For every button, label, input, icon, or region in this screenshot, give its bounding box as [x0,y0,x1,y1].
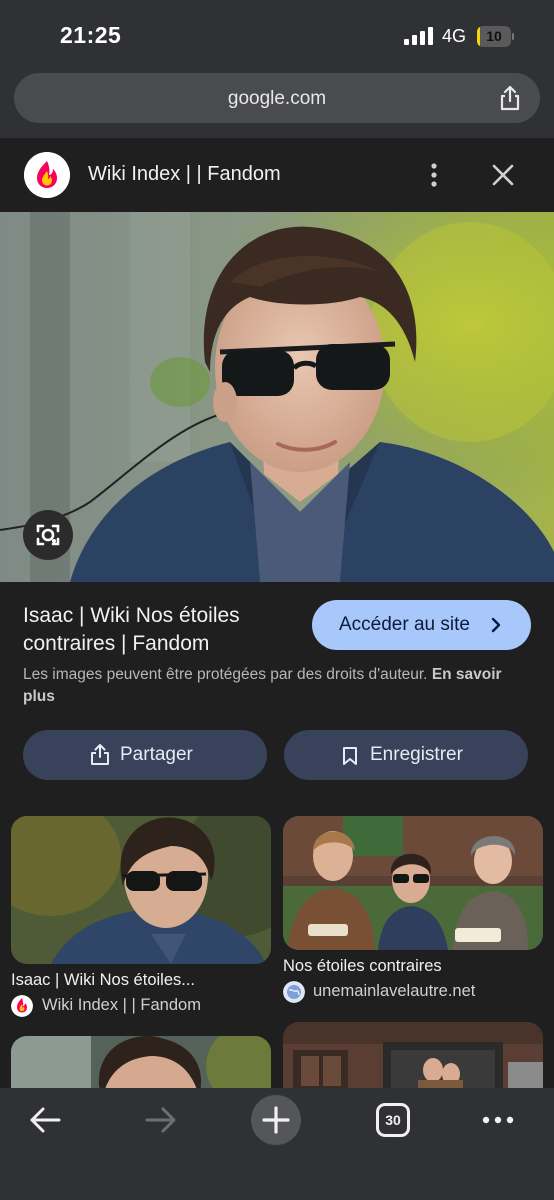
globe-icon [283,981,305,1003]
plus-icon [262,1106,290,1134]
save-button[interactable]: Enregistrer [284,730,528,780]
preview-image[interactable] [0,212,554,582]
chevron-right-icon [491,617,501,633]
related-photo-1 [11,816,271,964]
related-source-2[interactable]: unemainlavelautre.net [313,982,475,1001]
visit-site-button[interactable]: Accéder au site [312,600,531,650]
visit-site-label: Accéder au site [339,614,470,635]
related-image-2[interactable] [283,816,543,950]
address-bar-area: google.com [0,70,554,138]
share-label: Partager [120,744,193,765]
more-horiz-icon[interactable] [481,1110,515,1130]
bottom-toolbar: 30 [0,1088,554,1200]
related-image-1[interactable] [11,816,271,964]
portrait-photo [0,212,554,582]
lens-icon [36,524,60,546]
network-type: 4G [442,26,467,46]
url-text[interactable]: google.com [14,88,540,110]
battery-percent: 10 [486,28,502,44]
save-label: Enregistrer [370,744,463,765]
google-lens-button[interactable] [23,510,73,560]
back-arrow-icon[interactable] [28,1105,62,1135]
share-button[interactable]: Partager [23,730,267,780]
tab-switcher-button[interactable]: 30 [376,1103,410,1137]
forward-arrow-icon[interactable] [144,1105,178,1135]
site-title[interactable]: Wiki Index | | Fandom [88,163,281,186]
copyright-text: Les images peuvent être protégées par de… [23,666,428,683]
tab-count: 30 [385,1112,401,1128]
related-caption-1[interactable]: Isaac | Wiki Nos étoiles... [11,971,195,990]
more-vert-icon[interactable] [420,161,448,189]
fandom-logo-icon [24,152,70,198]
status-time: 21:25 [60,22,122,48]
signal-icon [404,27,434,45]
new-tab-button[interactable] [251,1095,301,1145]
result-title[interactable]: Isaac | Wiki Nos étoiles contraires | Fa… [23,602,303,658]
fandom-icon [11,995,33,1017]
address-bar[interactable]: google.com [14,73,540,123]
close-icon[interactable] [489,161,517,189]
share-icon[interactable] [496,84,524,112]
battery-icon: 10 [477,26,514,47]
related-source-1[interactable]: Wiki Index | | Fandom [42,996,201,1015]
status-bar: 21:25 4G 10 [0,0,554,70]
related-caption-2[interactable]: Nos étoiles contraires [283,957,442,976]
share-icon [91,744,109,765]
bookmark-icon [343,747,357,765]
related-photo-2 [283,816,543,950]
copyright-notice: Les images peuvent être protégées par de… [23,664,533,708]
site-header: Wiki Index | | Fandom [0,138,554,212]
